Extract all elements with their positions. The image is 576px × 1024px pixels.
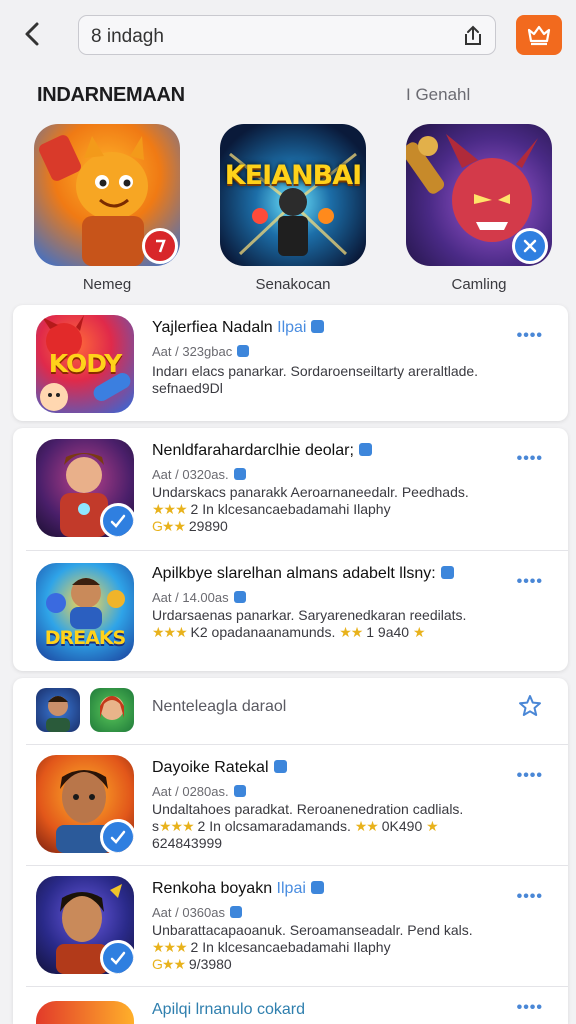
- section-title: INDARNEMAAN: [37, 84, 185, 106]
- rank-badge: [142, 228, 178, 264]
- app-downloads: 624843999: [152, 835, 223, 851]
- app-icon: KODY: [36, 315, 134, 413]
- app-rating-line: ★★★ K2 opadanaanamunds. ★★ 1 9a40 ★: [152, 624, 425, 640]
- app-meta: Aat / 0320as.: [152, 467, 246, 482]
- app-icon: [36, 439, 134, 537]
- app-icon: [36, 755, 134, 853]
- list-item[interactable]: Dayoike Ratekal Aat / 0280as. Undaltahoe…: [13, 745, 568, 865]
- crown-icon: [527, 25, 551, 46]
- list-item[interactable]: Nenldfarahardarclhie deolar; Aat / 0320a…: [13, 428, 568, 550]
- list-item[interactable]: Renkoha boyakn Ilpai Aat / 0360as Unbara…: [13, 866, 568, 986]
- rating-stars: ★★★: [152, 501, 188, 517]
- app-title: Nenldfarahardarclhie deolar;: [152, 442, 372, 460]
- section-link[interactable]: I Genahl: [406, 85, 470, 105]
- featured-app-2[interactable]: KEIANBAI Senakocan: [220, 124, 366, 293]
- verified-icon: [237, 345, 250, 357]
- app-title: Dayoike Ratekal: [152, 759, 287, 777]
- verified-icon: [358, 443, 372, 456]
- more-options-icon[interactable]: ••••: [517, 573, 543, 591]
- back-button[interactable]: [18, 18, 48, 50]
- verified-badge: [100, 819, 134, 853]
- group-avatar: [36, 688, 80, 732]
- featured-app-icon: [406, 124, 552, 266]
- app-meta: Aat / 0360as: [152, 905, 242, 920]
- featured-app-name: Senakocan: [255, 276, 331, 293]
- more-options-icon[interactable]: ••••: [517, 327, 543, 345]
- verified-icon: [233, 591, 246, 603]
- app-description: Undaltahoes paradkat. Reroanenedration c…: [152, 801, 464, 817]
- featured-app-icon: [34, 124, 180, 266]
- group-label: Nenteleagla daraol: [152, 698, 287, 715]
- group-header[interactable]: Nenteleagla daraol: [13, 678, 568, 744]
- featured-art-title: KEIANBAI: [224, 160, 362, 191]
- app-icon: DREAKS: [36, 563, 134, 661]
- more-options-icon[interactable]: ••••: [517, 999, 543, 1017]
- app-icon-text: KODY: [48, 349, 123, 378]
- app-icon: [36, 876, 134, 974]
- featured-app-3[interactable]: Camling: [406, 124, 552, 293]
- verified-icon: [233, 468, 246, 480]
- verified-icon: [273, 760, 287, 773]
- top-bar: 8 indagh: [0, 0, 576, 70]
- app-meta: Aat / 323gbac: [152, 344, 250, 359]
- verified-badge: [100, 940, 134, 974]
- app-card: KODY Yajlerfiea Nadaln Ilpai Aat / 323gb…: [13, 305, 568, 421]
- menu-button[interactable]: [516, 15, 562, 55]
- featured-app-1[interactable]: Nemeg: [34, 124, 180, 293]
- app-icon: [36, 1001, 134, 1024]
- verified-icon: [440, 566, 454, 579]
- app-description: Urdarsaenas panarkar. Saryarenedkaran re…: [152, 607, 467, 623]
- chevron-left-icon: [25, 22, 39, 46]
- verified-badge: [100, 503, 134, 537]
- app-meta: Aat / 14.00as: [152, 590, 246, 605]
- app-rating-line: s★★★ 2 In olcsamaradamands. ★★ 0K490 ★: [152, 818, 439, 834]
- app-description-2: sefnaed9Dl: [152, 380, 223, 396]
- more-options-icon[interactable]: ••••: [517, 888, 543, 906]
- app-description: Undarskacs panarakk Aeroarnaneedalr. Pee…: [152, 484, 469, 500]
- verified-icon: [230, 906, 242, 918]
- app-description: Indarı elacs panarkar. Sordaroenseiltart…: [152, 363, 479, 379]
- app-rating-line: ★★★ 2 In klcesancaebadamahi Ilaphy: [152, 939, 391, 955]
- featured-app-name: Nemeg: [82, 276, 132, 293]
- search-value: 8 indagh: [91, 26, 164, 47]
- list-item[interactable]: Apilqi lrnanulo cokard ••••: [13, 987, 568, 1024]
- more-options-icon[interactable]: ••••: [517, 450, 543, 468]
- search-input[interactable]: 8 indagh: [78, 15, 496, 55]
- verified-icon: [233, 785, 246, 797]
- list-item[interactable]: DREAKS Apilkbye slarelhan almans adabelt…: [13, 551, 568, 673]
- app-card: Nenldfarahardarclhie deolar; Aat / 0320a…: [13, 428, 568, 671]
- featured-app-name: Camling: [451, 276, 507, 293]
- star-icon[interactable]: [518, 694, 542, 718]
- group-avatar: [90, 688, 134, 732]
- app-meta: Aat / 0280as.: [152, 784, 246, 799]
- list-item[interactable]: KODY Yajlerfiea Nadaln Ilpai Aat / 323gb…: [13, 305, 568, 421]
- app-title: Renkoha boyakn Ilpai: [152, 880, 324, 898]
- app-card: Nenteleagla daraol Dayoike Ratekal Aat /…: [13, 678, 568, 1024]
- app-title: Yajlerfiea Nadaln Ilpai: [152, 319, 325, 337]
- app-downloads: G★★ 9/3980: [152, 956, 232, 972]
- app-rating-line: ★★★ 2 In klcesancaebadamahi Ilaphy: [152, 501, 391, 517]
- app-title: Apilqi lrnanulo cokard: [152, 1001, 305, 1018]
- featured-app-icon: KEIANBAI: [220, 124, 366, 266]
- app-title: Apilkbye slarelhan almans adabelt llsny:: [152, 565, 454, 583]
- app-description: Unbarattacapaoanuk. Seroamanseadalr. Pen…: [152, 922, 473, 938]
- verified-icon: [311, 320, 325, 333]
- share-icon[interactable]: [461, 24, 485, 48]
- app-downloads: G★★ 29890: [152, 518, 228, 534]
- verified-icon: [310, 881, 324, 894]
- app-icon-text: DREAKS: [44, 627, 127, 649]
- verified-badge: [512, 228, 548, 264]
- more-options-icon[interactable]: ••••: [517, 767, 543, 785]
